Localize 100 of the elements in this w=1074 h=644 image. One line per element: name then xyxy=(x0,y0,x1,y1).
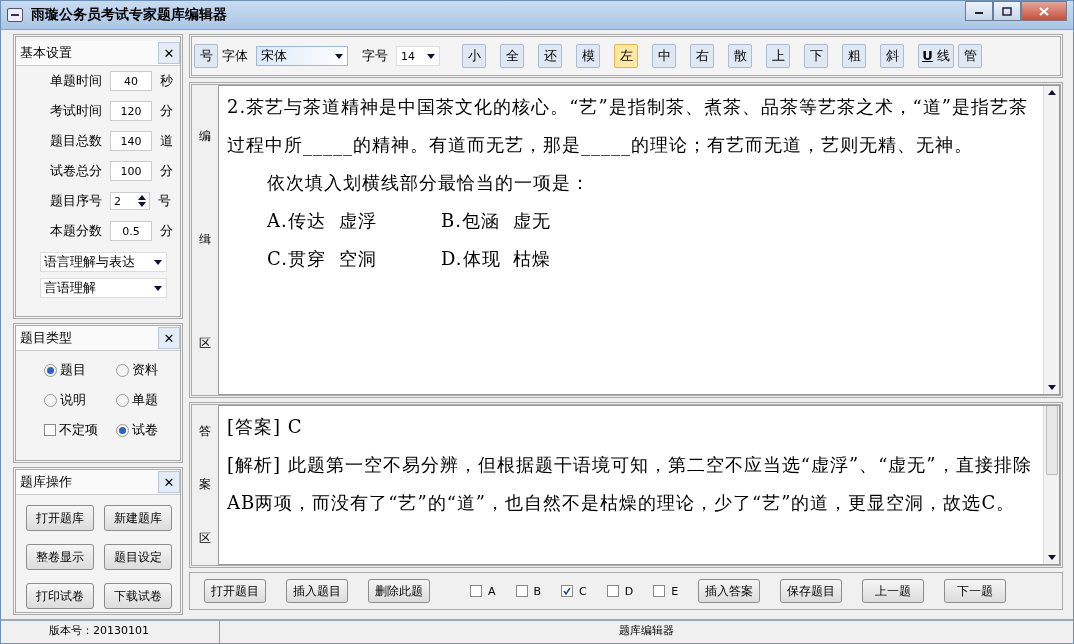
scrollbar[interactable] xyxy=(1043,86,1059,394)
answer-option: 枯燥 xyxy=(513,240,593,278)
number-spinner[interactable]: 2 xyxy=(110,192,150,210)
radio-button[interactable] xyxy=(116,393,129,407)
input-field[interactable]: 120 xyxy=(110,101,152,121)
font-dropdown[interactable]: 宋体 xyxy=(256,46,348,66)
option-label: 说明 xyxy=(60,391,86,409)
toolbar-button[interactable]: 号 xyxy=(194,44,218,68)
dropdown[interactable]: 言语理解 xyxy=(40,278,167,298)
maximize-icon xyxy=(1002,6,1012,16)
toolbar-button[interactable]: 还 xyxy=(538,44,562,68)
radio-button[interactable] xyxy=(44,363,57,377)
toolbar-button[interactable]: 上 xyxy=(766,44,790,68)
radio-button[interactable] xyxy=(116,423,129,437)
checkbox[interactable] xyxy=(653,585,666,597)
unit-label: 秒 xyxy=(160,72,173,90)
action-button[interactable]: 题目设定 xyxy=(104,544,172,570)
action-button[interactable]: 删除此题 xyxy=(368,579,430,603)
toolbar-button[interactable]: 右 xyxy=(690,44,714,68)
action-button[interactable]: 打印试卷 xyxy=(26,583,94,609)
checkbox-label: B xyxy=(533,584,542,598)
side-label: 答 xyxy=(199,423,211,441)
toolbar-button[interactable]: 模 xyxy=(576,44,600,68)
checkmark-icon xyxy=(563,587,572,595)
toolbar-button[interactable]: 斜 xyxy=(880,44,904,68)
input-field[interactable]: 40 xyxy=(110,71,152,91)
action-button[interactable]: 新建题库 xyxy=(104,505,172,531)
field-label: 单题时间 xyxy=(49,72,102,90)
side-label: 编 xyxy=(199,128,211,146)
answer-text: [答案] C xyxy=(227,415,304,439)
answer-option: D.体现 xyxy=(441,240,513,278)
radio-button[interactable] xyxy=(116,363,129,377)
checkbox[interactable] xyxy=(44,424,56,436)
side-label: 案 xyxy=(199,476,211,494)
checkbox-label: D xyxy=(624,584,634,598)
panel-close-button[interactable]: ✕ xyxy=(158,327,180,349)
question-text: 2.茶艺与茶道精神是中国茶文化的核心。“艺”是指制茶、煮茶、品茶等艺茶之术，“道”是指艺茶过程中所_____的精神。有道而无艺，那是_____的理论；有艺而无道，艺则无精、无神。 xyxy=(227,95,1029,158)
action-button[interactable]: 保存题目 xyxy=(780,579,843,603)
side-label: 区 xyxy=(199,334,211,352)
font-label: 字体 xyxy=(222,47,248,65)
action-button[interactable]: 下一题 xyxy=(944,579,1007,603)
window-title: 雨璇公务员考试专家题库编辑器 xyxy=(31,6,228,24)
radio-button[interactable] xyxy=(44,393,57,407)
toolbar-button[interactable]: 粗 xyxy=(842,44,866,68)
toolbar-button[interactable]: 小 xyxy=(462,44,486,68)
option-label: 不定项 xyxy=(59,421,98,439)
checkbox[interactable] xyxy=(606,585,619,597)
side-label: 缉 xyxy=(199,231,211,249)
checkbox[interactable] xyxy=(515,585,528,597)
action-button[interactable]: 上一题 xyxy=(862,579,925,603)
app-menu-icon[interactable] xyxy=(7,8,23,22)
side-label: 区 xyxy=(199,529,211,547)
answer-option: A.传达 xyxy=(267,202,339,240)
action-button[interactable]: 插入答案 xyxy=(698,579,761,603)
toolbar-button[interactable]: 中 xyxy=(652,44,676,68)
status-text: 题库编辑器 xyxy=(618,623,675,639)
field-label: 题目总数 xyxy=(49,132,102,150)
toolbar-button[interactable]: 下 xyxy=(804,44,828,68)
checkbox[interactable] xyxy=(561,585,574,597)
toolbar-button[interactable]: 管 xyxy=(958,44,982,68)
unit-label: 分 xyxy=(160,162,173,180)
input-field[interactable]: 100 xyxy=(110,161,152,181)
checkbox-label: A xyxy=(488,584,496,598)
question-editor[interactable]: 2.茶艺与茶道精神是中国茶文化的核心。“艺”是指制茶、煮茶、品茶等艺茶之术，“道”是指艺茶过程中所_____的精神。有道而无艺，那是_____的理论；有艺而无道，艺则无精、无神。 依次填入划横线部分最恰当的一项是： A.传达 虚浮 B.包涵 虚无 C.贯穿 空洞 D.体现 枯燥 xyxy=(218,85,1060,395)
checkbox[interactable] xyxy=(470,585,482,597)
option-label: 题目 xyxy=(60,361,86,379)
field-label: 试卷总分 xyxy=(49,162,102,180)
input-field[interactable]: 0.5 xyxy=(110,221,152,241)
close-icon xyxy=(1039,6,1049,16)
action-button[interactable]: 整卷显示 xyxy=(26,544,94,570)
scrollbar[interactable] xyxy=(1043,406,1059,564)
answer-option: 空洞 xyxy=(339,240,441,278)
panel-close-button[interactable]: ✕ xyxy=(158,471,180,493)
answer-option: 虚无 xyxy=(513,202,593,240)
action-button[interactable]: 下载试卷 xyxy=(104,583,172,609)
action-button[interactable]: 插入题目 xyxy=(286,579,348,603)
panel-title: 基本设置 xyxy=(20,44,72,62)
dropdown[interactable]: 语言理解与表达 xyxy=(40,252,167,272)
field-label: 本题分数 xyxy=(49,222,102,240)
minimize-button[interactable] xyxy=(965,1,993,21)
answer-option: B.包涵 xyxy=(441,202,513,240)
action-button[interactable]: 打开题库 xyxy=(26,505,94,531)
panel-close-button[interactable]: ✕ xyxy=(158,42,180,64)
checkbox-label: C xyxy=(579,584,587,598)
toolbar-button[interactable]: 左 xyxy=(614,44,638,68)
action-button[interactable]: 打开题目 xyxy=(204,579,266,603)
toolbar-button[interactable]: 全 xyxy=(500,44,524,68)
size-label: 字号 xyxy=(362,47,388,65)
toolbar-button[interactable]: U 线 xyxy=(918,44,954,68)
toolbar-button[interactable]: 散 xyxy=(728,44,752,68)
unit-label: 分 xyxy=(160,222,173,240)
version-text: 版本号：20130101 xyxy=(1,621,220,643)
maximize-button[interactable] xyxy=(993,1,1021,21)
answer-editor[interactable]: [答案] C [解析] 此题第一空不易分辨，但根据题干语境可知，第二空不应当选“虚浮”、“虚无”，直接排除AB两项，而没有了“艺”的“道”，也自然不是枯燥的理论，少了“艺”的道，更显空洞，故选C。 xyxy=(218,405,1060,565)
input-field[interactable]: 140 xyxy=(110,131,152,151)
option-label: 试卷 xyxy=(132,421,158,439)
panel-title: 题目类型 xyxy=(20,329,72,347)
size-dropdown[interactable]: 14 xyxy=(396,46,440,66)
close-button[interactable] xyxy=(1021,1,1067,21)
option-label: 单题 xyxy=(132,391,158,409)
